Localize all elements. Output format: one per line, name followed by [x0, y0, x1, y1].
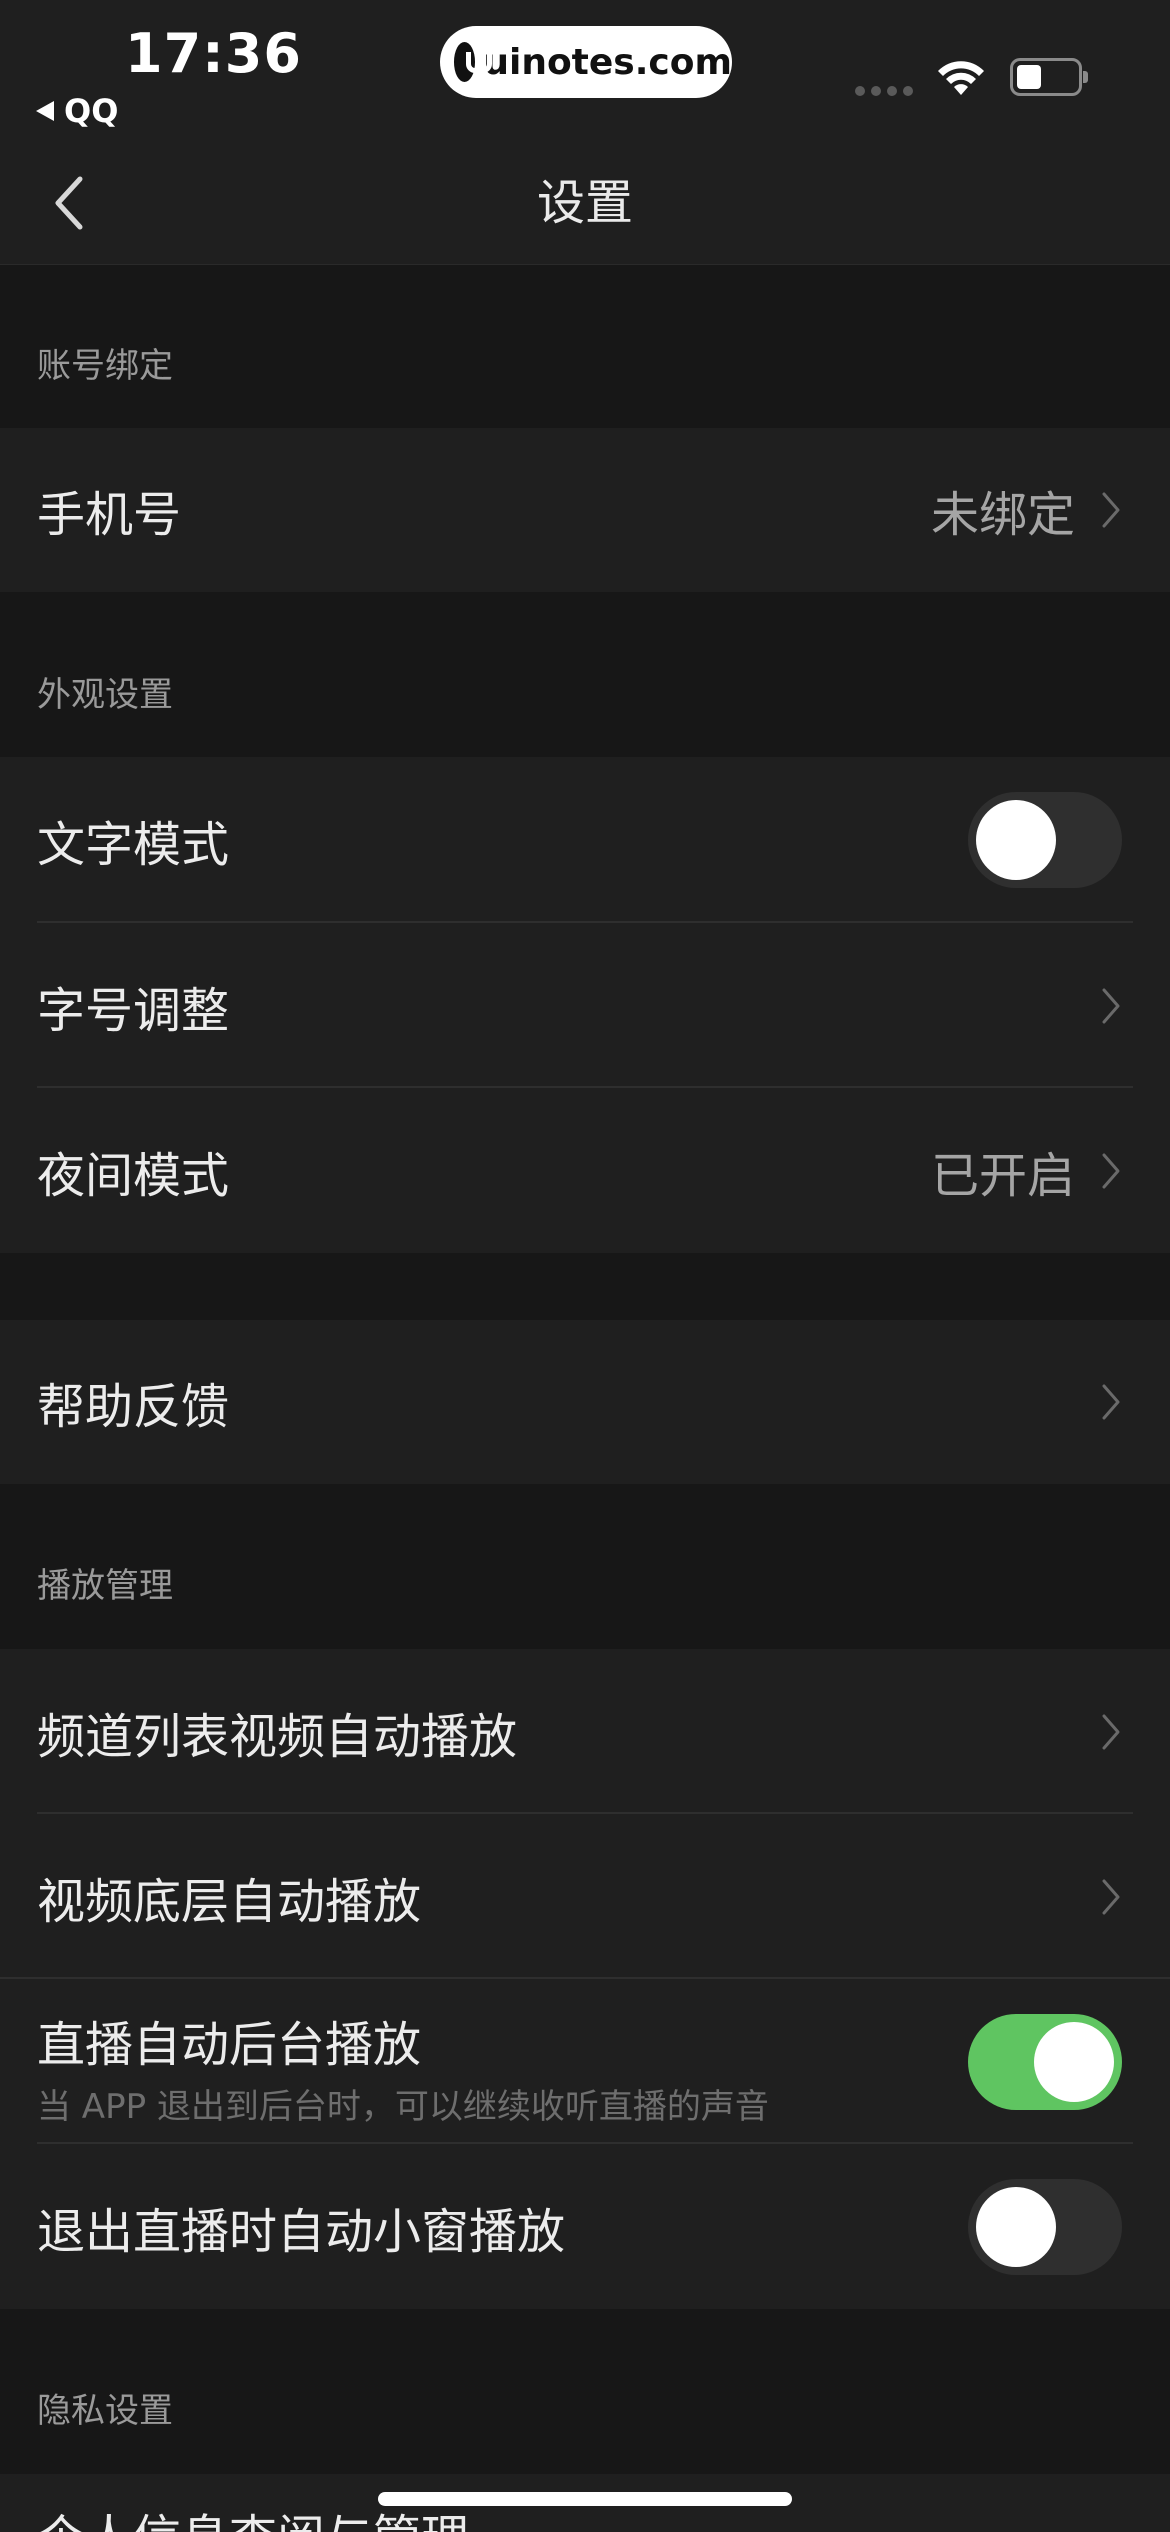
row-sublabel: 当 APP 退出到后台时，可以继续收听直播的声音 [37, 2087, 769, 2127]
live-pip-toggle[interactable] [968, 2178, 1122, 2275]
row-label: 手机号 [37, 487, 182, 543]
section-header-account: 账号绑定 [37, 346, 173, 386]
row-label: 字号调整 [37, 982, 230, 1039]
row-phone[interactable]: 手机号 未绑定 [0, 428, 1170, 592]
row-value: 已开启 [930, 1147, 1075, 1204]
row-label: 文字模式 [37, 817, 230, 873]
status-time: 17:36 [125, 22, 302, 85]
text-mode-toggle[interactable] [968, 792, 1122, 888]
row-value: 未绑定 [930, 487, 1075, 543]
row-video-bottom-autoplay[interactable]: 视频底层自动播放 [0, 1814, 1170, 1979]
navigation-bar: 设置 [0, 135, 1170, 265]
wifi-icon [938, 61, 984, 95]
cellular-signal-icon [855, 86, 913, 96]
group-playback: 频道列表视频自动播放 视频底层自动播放 直播自动后台播放 当 APP 退出到后台… [0, 1649, 1170, 2309]
row-text-mode: 文字模式 [0, 757, 1170, 923]
section-header-appearance: 外观设置 [37, 675, 173, 715]
group-account: 手机号 未绑定 [0, 428, 1170, 592]
group-appearance: 文字模式 字号调整 夜间模式 已开启 [0, 757, 1170, 1253]
row-night-mode[interactable]: 夜间模式 已开启 [0, 1088, 1170, 1253]
row-label: 退出直播时自动小窗播放 [37, 2203, 566, 2260]
group-help: 帮助反馈 [0, 1320, 1170, 1484]
status-bar: 17:36 QQ uinotes.com [0, 0, 1170, 135]
row-label: 夜间模式 [37, 1147, 230, 1204]
section-header-privacy: 隐私设置 [37, 2391, 173, 2431]
back-app-label: QQ [64, 92, 119, 130]
row-label: 直播自动后台播放 [37, 2017, 422, 2073]
chevron-right-icon [1102, 1879, 1120, 1914]
settings-screen: 17:36 QQ uinotes.com 设置 账号绑定 手机号 未绑定 外观设… [0, 0, 1170, 2532]
row-live-background: 直播自动后台播放 当 APP 退出到后台时，可以继续收听直播的声音 [0, 1979, 1170, 2144]
back-to-app-link[interactable]: QQ [36, 92, 118, 130]
row-label: 视频底层自动播放 [37, 1873, 422, 1930]
url-text: uinotes.com [483, 41, 732, 83]
home-indicator[interactable] [378, 2492, 792, 2506]
live-background-toggle[interactable] [968, 2013, 1122, 2110]
battery-icon [1010, 58, 1088, 96]
chevron-right-icon [1102, 1714, 1120, 1749]
uinotes-logo-icon [454, 42, 493, 82]
chevron-right-icon [1102, 1384, 1120, 1420]
row-label: 频道列表视频自动播放 [37, 1708, 518, 1765]
chevron-right-icon [1102, 988, 1120, 1023]
row-label: 帮助反馈 [37, 1379, 230, 1435]
row-live-pip: 退出直播时自动小窗播放 [0, 2144, 1170, 2309]
back-triangle-icon [36, 101, 54, 121]
chevron-right-icon [1102, 1153, 1120, 1188]
url-pill: uinotes.com [440, 26, 732, 98]
section-header-playback: 播放管理 [37, 1566, 173, 1606]
row-font-size[interactable]: 字号调整 [0, 923, 1170, 1088]
row-help-feedback[interactable]: 帮助反馈 [0, 1320, 1170, 1484]
chevron-right-icon [1102, 492, 1120, 528]
row-channel-autoplay[interactable]: 频道列表视频自动播放 [0, 1649, 1170, 1814]
page-title: 设置 [536, 175, 633, 231]
